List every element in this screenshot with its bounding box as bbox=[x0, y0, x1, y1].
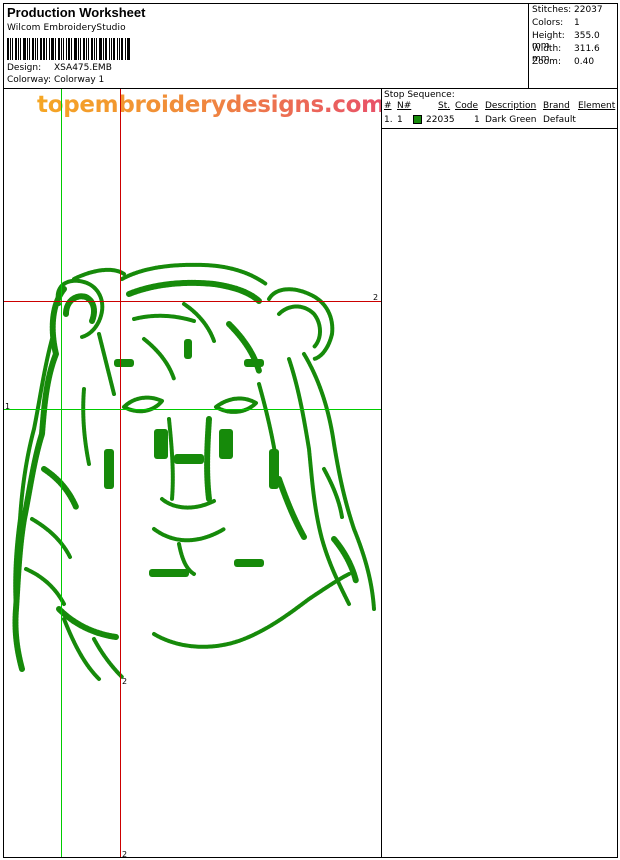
tiger-stitch-path bbox=[277, 304, 322, 349]
tiger-stitch-path bbox=[302, 352, 376, 611]
tiger-stitch-path bbox=[126, 279, 262, 304]
tiger-stitch-path bbox=[132, 313, 196, 323]
tiger-stitch-path bbox=[182, 302, 216, 343]
software-name: Wilcom EmbroideryStudio bbox=[7, 23, 126, 33]
design-row: Design: XSA475.EMB bbox=[7, 63, 112, 73]
tiger-stitch-path bbox=[63, 293, 97, 324]
barcode bbox=[7, 38, 133, 60]
tiger-stitch-path bbox=[160, 497, 216, 510]
guide-vertical-2 bbox=[120, 89, 121, 857]
tiger-stitch-path bbox=[41, 466, 79, 510]
row-num: 1. bbox=[384, 115, 393, 125]
tiger-stitch-path bbox=[97, 332, 116, 396]
tiger-fill-block bbox=[234, 559, 264, 567]
tiger-stitch-path bbox=[72, 267, 126, 281]
col-needle: N# bbox=[397, 101, 412, 111]
stop-sequence-panel: Stop Sequence: # N# St. Code Description… bbox=[382, 89, 617, 857]
guide-v2-bottom-label: 2 bbox=[122, 850, 128, 857]
col-description: Description bbox=[485, 101, 537, 111]
stop-sequence-title: Stop Sequence: bbox=[384, 90, 455, 100]
width-label: Width: bbox=[532, 44, 562, 54]
tiger-fill-block bbox=[184, 339, 192, 359]
design-info: Production Worksheet Wilcom EmbroiderySt… bbox=[4, 4, 528, 88]
tiger-fill-block bbox=[244, 359, 264, 367]
guide-horizontal-1 bbox=[4, 409, 381, 410]
guide-h1-label: 1 bbox=[5, 402, 11, 411]
col-brand: Brand bbox=[543, 101, 570, 111]
design-canvas: topembroiderydesigns.com 1 2 2 2 bbox=[4, 89, 382, 857]
tiger-stitch-path bbox=[257, 382, 278, 461]
tiger-fill-block bbox=[154, 429, 168, 459]
tiger-stitch-path bbox=[142, 337, 176, 381]
col-element: Element bbox=[578, 101, 616, 111]
colors-stat: Colors: 1 bbox=[532, 18, 580, 28]
colorway-label: Colorway: bbox=[7, 75, 52, 85]
tiger-stitch-path bbox=[204, 416, 212, 502]
guide-vertical-1 bbox=[61, 89, 62, 857]
tiger-fill-block bbox=[174, 454, 204, 464]
worksheet: Production Worksheet Wilcom EmbroiderySt… bbox=[3, 3, 618, 858]
tiger-stitch-path bbox=[30, 517, 72, 559]
colorway-value: Colorway 1 bbox=[54, 75, 105, 85]
color-swatch bbox=[413, 115, 422, 124]
colorway-row: Colorway: Colorway 1 bbox=[7, 75, 104, 85]
tiger-fill-block bbox=[114, 359, 134, 367]
guide-h2-label: 2 bbox=[373, 293, 379, 302]
tiger-stitch-path bbox=[24, 567, 66, 606]
guide-v2-mid-label: 2 bbox=[122, 677, 128, 686]
row-code: 1 bbox=[474, 115, 480, 125]
col-code: Code bbox=[455, 101, 479, 111]
row-brand: Default bbox=[543, 115, 576, 125]
tiger-stitch-path bbox=[81, 387, 91, 466]
stop-table-header: # N# St. Code Description Brand Element bbox=[382, 101, 617, 113]
guide-horizontal-2 bbox=[4, 301, 381, 302]
page-title: Production Worksheet bbox=[7, 5, 146, 20]
height-label: Height: bbox=[532, 31, 565, 41]
tiger-fill-block bbox=[149, 569, 189, 577]
tiger-stitch-path bbox=[276, 476, 307, 540]
stitches-value: 22037 bbox=[574, 5, 603, 15]
design-value: XSA475.EMB bbox=[54, 63, 112, 73]
stitches-label: Stitches: bbox=[532, 5, 572, 15]
tiger-fill-block bbox=[104, 449, 114, 489]
stitches-stat: Stitches: 22037 bbox=[532, 5, 603, 15]
stop-sequence-table: # N# St. Code Description Brand Element … bbox=[382, 101, 617, 125]
row-stitches: 22035 bbox=[426, 115, 455, 125]
tiger-stitch-path bbox=[267, 287, 335, 361]
design-stats: Stitches: 22037 Colors: 1 Height: 355.0 mm … bbox=[528, 4, 618, 88]
zoom-label: Zoom: bbox=[532, 57, 561, 67]
zoom-stat: Zoom: 0.40 bbox=[532, 57, 594, 67]
tiger-fill-block bbox=[219, 429, 233, 459]
design-label: Design: bbox=[7, 63, 42, 73]
colors-label: Colors: bbox=[532, 18, 564, 28]
table-row: 1. 1 22035 1 Dark Green Default bbox=[382, 113, 617, 125]
tiger-fill-block bbox=[269, 449, 279, 489]
tiger-stitch-path bbox=[167, 417, 175, 501]
tiger-stitch-path bbox=[152, 527, 226, 543]
stop-table-divider bbox=[382, 128, 617, 129]
row-description: Dark Green bbox=[485, 115, 537, 125]
col-num: # bbox=[384, 101, 392, 111]
zoom-value: 0.40 bbox=[574, 57, 595, 67]
tiger-stitch-path bbox=[152, 572, 351, 649]
row-needle: 1 bbox=[397, 115, 403, 125]
colors-value: 1 bbox=[574, 18, 580, 28]
tiger-stitch-path bbox=[92, 637, 124, 679]
worksheet-header: Production Worksheet Wilcom EmbroiderySt… bbox=[4, 4, 617, 88]
col-stitches: St. bbox=[438, 101, 451, 111]
